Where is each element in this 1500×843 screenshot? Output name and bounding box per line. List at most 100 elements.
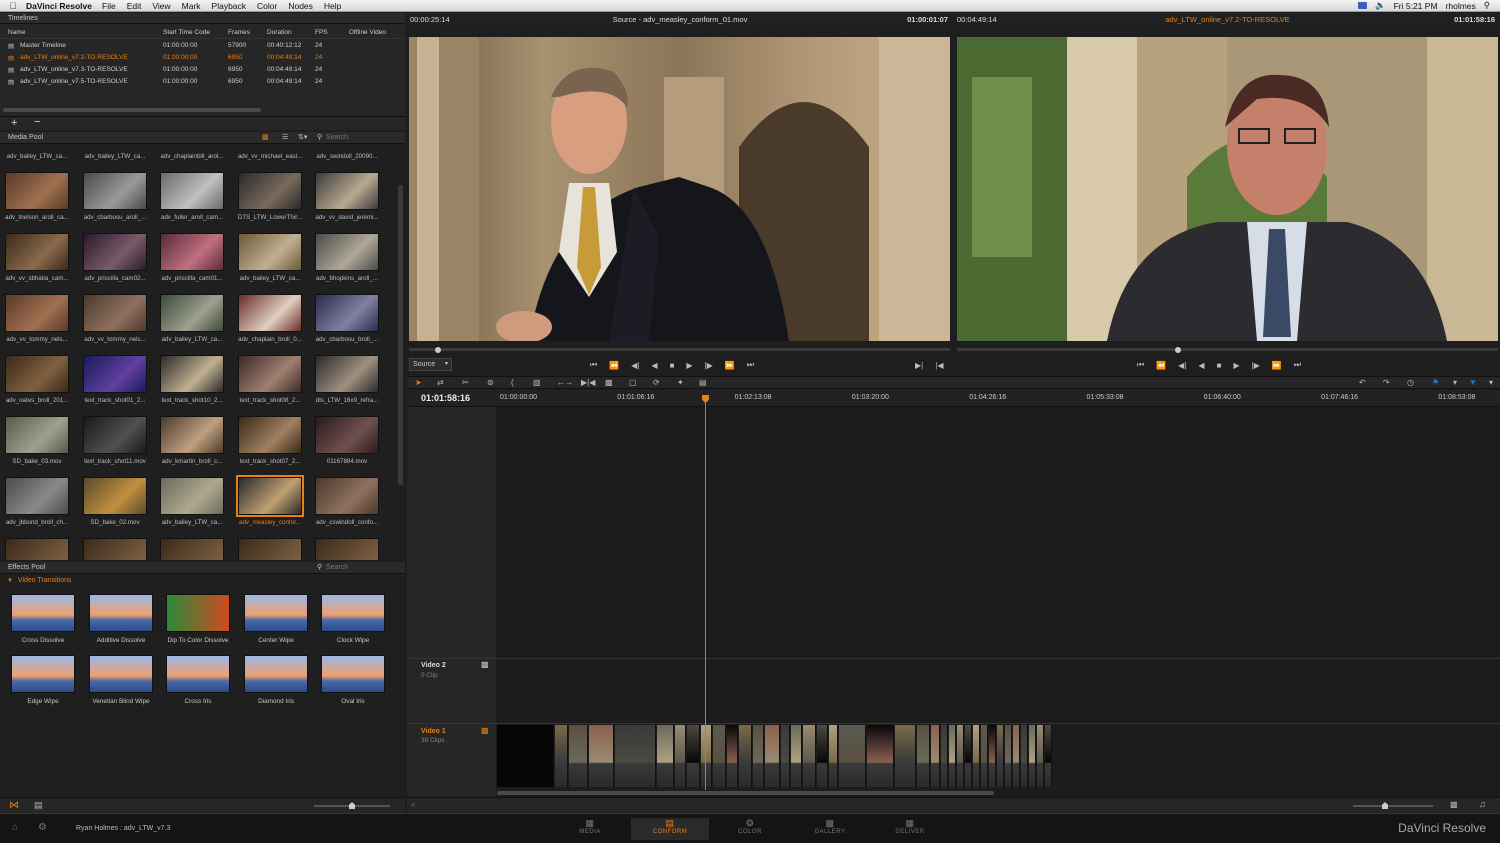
clip-thumbnail[interactable]	[315, 355, 379, 393]
transition-thumbnail[interactable]	[321, 594, 385, 632]
audio-icon[interactable]: ♫	[1479, 799, 1486, 809]
selection-tool-icon[interactable]: ➤	[415, 378, 422, 387]
clip-thumbnail[interactable]	[160, 233, 224, 271]
flag-dropdown-icon[interactable]: ▾	[1453, 378, 1457, 387]
snapping-icon[interactable]: ✦	[677, 378, 684, 387]
clip-thumbnail[interactable]	[160, 538, 224, 560]
transition-thumbnail[interactable]	[321, 655, 385, 693]
user-name[interactable]: rholmes	[1446, 1, 1476, 11]
add-timeline-button[interactable]: +	[11, 117, 17, 129]
clip-thumbnail[interactable]	[315, 477, 379, 515]
clip-thumbnail[interactable]	[160, 172, 224, 210]
timeline-clip[interactable]	[931, 725, 940, 787]
effects-toggle-icon[interactable]: ⋈	[9, 800, 19, 811]
clip-thumbnail[interactable]	[83, 233, 147, 271]
clip-thumbnail[interactable]	[5, 294, 69, 332]
media-search-input[interactable]: Search	[326, 132, 348, 143]
gear-icon[interactable]: ⚙	[38, 822, 47, 833]
source-scrubber-handle[interactable]	[435, 347, 441, 353]
stop-icon[interactable]: ■	[1217, 361, 1222, 370]
timeline-clip[interactable]	[965, 725, 972, 787]
clip-thumbnail[interactable]	[83, 355, 147, 393]
menu-view[interactable]: View	[152, 1, 170, 11]
timeline-scrollbar[interactable]	[497, 791, 994, 795]
marker-icon[interactable]: ▼	[1469, 378, 1477, 387]
timeline-clip[interactable]	[941, 725, 948, 787]
effects-search-input[interactable]: Search	[326, 562, 348, 573]
slider-handle[interactable]	[349, 802, 355, 809]
thumbnail-view-icon[interactable]: ▦	[262, 132, 269, 143]
record-scrubber[interactable]	[957, 347, 1498, 353]
timeline-clip[interactable]	[1005, 725, 1012, 787]
clip-thumbnail[interactable]	[160, 416, 224, 454]
clip-thumbnail[interactable]	[315, 538, 379, 560]
timeline-clip[interactable]	[997, 725, 1004, 787]
undo-icon[interactable]: ↶	[1359, 378, 1366, 387]
transition-thumbnail[interactable]	[11, 655, 75, 693]
timeline-clip[interactable]	[957, 725, 964, 787]
menu-help[interactable]: Help	[324, 1, 341, 11]
timeline-clip[interactable]	[739, 725, 752, 787]
clip-thumbnail[interactable]	[315, 294, 379, 332]
camera-icon[interactable]: ▩	[481, 660, 489, 669]
timeline-row[interactable]: ▤ adv_LTW_online_v7.3-TO-RESOLVE 01:00:0…	[0, 64, 405, 76]
sort-icon[interactable]: ⇅▾	[298, 132, 307, 143]
transition-thumbnail[interactable]	[11, 594, 75, 632]
clip-thumbnail[interactable]	[238, 172, 302, 210]
insert-icon[interactable]: ▩	[605, 378, 613, 387]
col-offline[interactable]: Offline Video	[349, 29, 386, 36]
camera-icon[interactable]: ▩	[481, 726, 489, 735]
timeline-clip[interactable]	[497, 725, 554, 787]
timeline-clip[interactable]	[803, 725, 816, 787]
menu-file[interactable]: File	[102, 1, 116, 11]
timeline-clip[interactable]	[895, 725, 916, 787]
timeline-clip[interactable]	[555, 725, 568, 787]
jump-to-start-icon[interactable]: ⏮	[1137, 360, 1144, 370]
flag-icon[interactable]: ⚑	[1432, 378, 1439, 387]
stop-icon[interactable]: ■	[670, 361, 675, 370]
clip-thumbnail[interactable]	[315, 172, 379, 210]
menu-edit[interactable]: Edit	[127, 1, 142, 11]
step-back-icon[interactable]: ◀|	[1178, 361, 1186, 370]
timeline-clip[interactable]	[839, 725, 866, 787]
clip-thumbnail[interactable]	[83, 538, 147, 560]
clip-thumbnail[interactable]	[5, 233, 69, 271]
col-start-tc[interactable]: Start Time Code	[163, 29, 210, 36]
clip-thumbnail[interactable]	[160, 477, 224, 515]
track-header-video2[interactable]: Video 2 0 Clip ▩	[407, 659, 496, 723]
timeline-clip[interactable]	[687, 725, 700, 787]
clip-thumbnail[interactable]	[238, 233, 302, 271]
col-fps[interactable]: FPS	[315, 29, 328, 36]
redo-icon[interactable]: ↷	[1383, 378, 1390, 387]
transition-thumbnail[interactable]	[166, 655, 230, 693]
history-icon[interactable]: ◷	[1407, 378, 1414, 387]
timeline-clip[interactable]	[917, 725, 930, 787]
video-transitions-group[interactable]: ▼ Video Transitions	[0, 575, 405, 586]
ripple-delete-icon[interactable]: ▶|◀	[581, 378, 595, 387]
clip-thumbnail[interactable]	[238, 355, 302, 393]
timeline-clip[interactable]	[973, 725, 980, 787]
transition-thumbnail[interactable]	[166, 594, 230, 632]
menu-mark[interactable]: Mark	[182, 1, 201, 11]
play-reverse-icon[interactable]: ◀	[1198, 361, 1204, 370]
timeline-clip[interactable]	[867, 725, 894, 787]
rewind-icon[interactable]: ⏪	[1156, 361, 1166, 370]
clip-thumbnail[interactable]	[315, 416, 379, 454]
page-gallery[interactable]: ▩ GALLERY	[791, 818, 869, 840]
link-icon[interactable]: ▤	[699, 378, 707, 387]
clip-thumbnail[interactable]	[83, 294, 147, 332]
timeline-clip[interactable]	[989, 725, 996, 787]
timeline-clip[interactable]	[1045, 725, 1052, 787]
source-mode-dropdown[interactable]: Source ▾	[409, 358, 452, 371]
collapse-icon[interactable]: «	[411, 800, 415, 809]
source-viewer-image[interactable]	[409, 37, 950, 341]
fast-forward-icon[interactable]: ⏩	[725, 361, 735, 370]
rewind-icon[interactable]: ⏪	[609, 361, 619, 370]
timeline-clip[interactable]	[765, 725, 780, 787]
ripple-icon[interactable]: ⊚	[487, 378, 494, 387]
col-frames[interactable]: Frames	[228, 29, 250, 36]
step-forward-icon[interactable]: |▶	[1252, 361, 1260, 370]
page-deliver[interactable]: ▦ DELIVER	[871, 818, 949, 840]
play-icon[interactable]: ▶	[1233, 361, 1239, 370]
clip-thumbnail[interactable]	[238, 416, 302, 454]
